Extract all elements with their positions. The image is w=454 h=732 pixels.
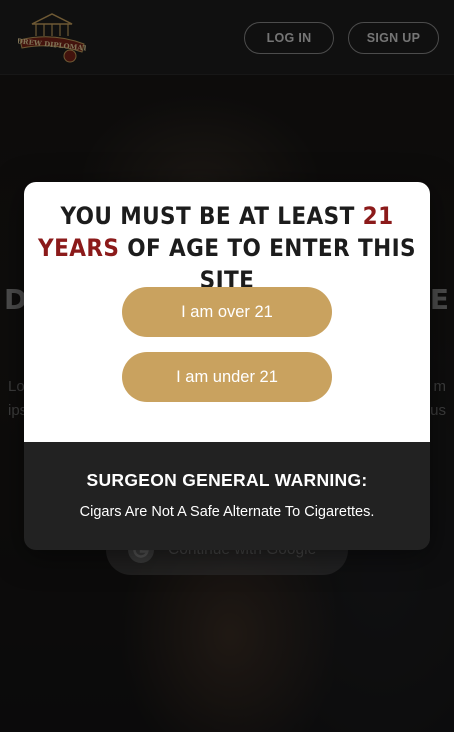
surgeon-general-warning: SURGEON GENERAL WARNING: Cigars Are Not … [24, 442, 430, 550]
modal-body: You must be at least 21 years of age to … [24, 182, 430, 442]
heading-part-2: of age to enter this site [119, 234, 416, 294]
warning-text: Cigars Are Not A Safe Alternate To Cigar… [79, 504, 375, 520]
age-verification-modal: You must be at least 21 years of age to … [24, 182, 430, 550]
heading-part-1: You must be at least [60, 202, 363, 230]
over-21-button[interactable]: I am over 21 [122, 287, 332, 337]
under-21-button[interactable]: I am under 21 [122, 352, 332, 402]
age-requirement-heading: You must be at least 21 years of age to … [38, 200, 416, 296]
warning-title: SURGEON GENERAL WARNING: [86, 470, 368, 490]
